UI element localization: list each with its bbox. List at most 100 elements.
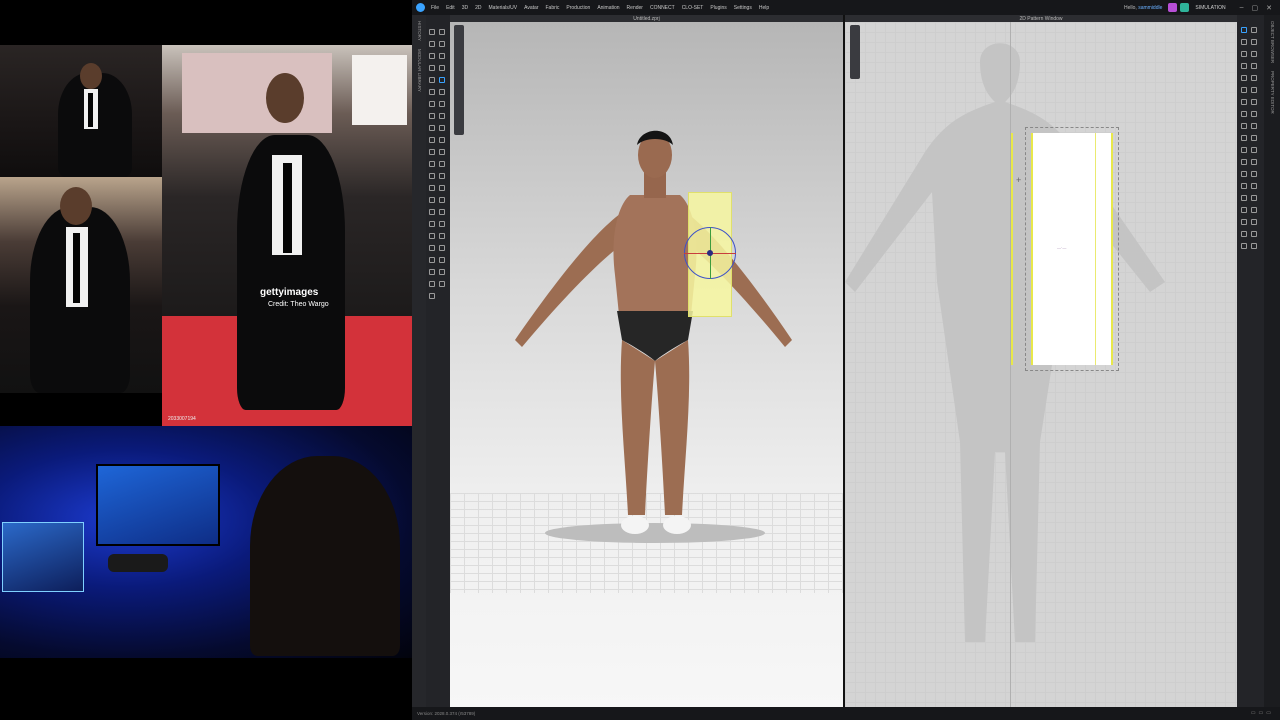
tack-icon[interactable]: [439, 53, 445, 59]
username[interactable]: sammiddle: [1138, 5, 1162, 11]
trace-icon[interactable]: [1241, 183, 1247, 189]
bind-icon[interactable]: [1241, 147, 1247, 153]
puckering-icon[interactable]: [429, 137, 435, 143]
topstitch-2d-icon[interactable]: [1251, 159, 1257, 165]
segment-sewing-icon[interactable]: [1241, 87, 1247, 93]
visibility-icon[interactable]: [1241, 243, 1247, 249]
fold-angle-icon[interactable]: [439, 149, 445, 155]
steam-icon[interactable]: [439, 65, 445, 71]
paint-icon[interactable]: [1251, 231, 1257, 237]
ruler-icon[interactable]: [429, 89, 435, 95]
pattern-internal-line[interactable]: [1095, 133, 1096, 365]
tape-icon[interactable]: [439, 89, 445, 95]
hide-icon[interactable]: [439, 209, 445, 215]
avatar-tool-icon[interactable]: [429, 161, 435, 167]
tab-property-editor[interactable]: PROPERTY EDITOR: [1270, 71, 1275, 114]
menu-materials-uv[interactable]: Materials/UV: [489, 5, 518, 11]
copy-icon[interactable]: [429, 257, 435, 263]
freeze-icon[interactable]: [429, 197, 435, 203]
menu-3d[interactable]: 3D: [462, 5, 468, 11]
clo-set-icon[interactable]: [1180, 3, 1190, 12]
graphic-icon[interactable]: [439, 113, 445, 119]
minimize-icon[interactable]: –: [1240, 4, 1244, 11]
edit-pattern-icon[interactable]: [1241, 27, 1247, 33]
2d-view-controls[interactable]: [850, 25, 860, 79]
symmetry-icon[interactable]: [439, 269, 445, 275]
ellipse-icon[interactable]: [1241, 63, 1247, 69]
menu-edit[interactable]: Edit: [446, 5, 455, 11]
texture-2d-icon[interactable]: [1251, 147, 1257, 153]
snapshot-icon[interactable]: [439, 221, 445, 227]
trim-icon[interactable]: [429, 113, 435, 119]
fitting-icon[interactable]: [1251, 171, 1257, 177]
tab-object-browser[interactable]: OBJECT BROWSER: [1270, 21, 1275, 63]
layer-icon[interactable]: [429, 185, 435, 191]
move-icon[interactable]: [439, 29, 445, 35]
select-icon[interactable]: [429, 29, 435, 35]
notch-icon[interactable]: [1241, 135, 1247, 141]
reset-icon[interactable]: [429, 221, 435, 227]
shrinkage-icon[interactable]: [429, 149, 435, 155]
dart-icon[interactable]: [1241, 75, 1247, 81]
cut-icon[interactable]: [1251, 183, 1257, 189]
edit-curvature-icon[interactable]: [1241, 39, 1247, 45]
pin-icon[interactable]: [429, 53, 435, 59]
tuck-icon[interactable]: [1251, 99, 1257, 105]
app-logo-icon[interactable]: [416, 3, 425, 12]
skin-icon[interactable]: [429, 173, 435, 179]
selected-pattern-2d[interactable]: —·—: [1031, 133, 1113, 365]
free-sewing-icon[interactable]: [1251, 87, 1257, 93]
paste-icon[interactable]: [439, 257, 445, 263]
menu-fabric[interactable]: Fabric: [546, 5, 560, 11]
graphic-2d-icon[interactable]: [1241, 159, 1247, 165]
menu-clo-set[interactable]: CLO-SET: [682, 5, 704, 11]
menu-animation[interactable]: Animation: [597, 5, 619, 11]
lock-icon[interactable]: [1251, 243, 1257, 249]
brush-icon[interactable]: [429, 65, 435, 71]
menu-help[interactable]: Help: [759, 5, 769, 11]
connect-icon[interactable]: [1168, 3, 1178, 12]
maximize-icon[interactable]: ▢: [1252, 4, 1259, 12]
pose-icon[interactable]: [439, 161, 445, 167]
elastic-icon[interactable]: [439, 137, 445, 143]
close-icon[interactable]: ✕: [1266, 4, 1272, 12]
eyedropper-icon[interactable]: [1251, 219, 1257, 225]
menu-render[interactable]: Render: [627, 5, 643, 11]
check-sewing-icon[interactable]: [1241, 99, 1247, 105]
flip-icon[interactable]: [439, 245, 445, 251]
add-point-icon[interactable]: [1251, 39, 1257, 45]
measure-2d-icon[interactable]: [1251, 195, 1257, 201]
hanger-icon[interactable]: [429, 293, 435, 299]
color-icon[interactable]: [1241, 219, 1247, 225]
grading-icon[interactable]: [1241, 123, 1247, 129]
polygon-icon[interactable]: [1251, 51, 1257, 57]
texture-icon[interactable]: [429, 125, 435, 131]
menu-production[interactable]: Production: [566, 5, 590, 11]
tab-modular-library[interactable]: MODULAR LIBRARY: [417, 49, 422, 92]
button-tool-icon[interactable]: [429, 101, 435, 107]
fold-icon[interactable]: [439, 41, 445, 47]
fold-arrangement-icon[interactable]: [1251, 111, 1257, 117]
settings-icon[interactable]: [439, 281, 445, 287]
3d-view-controls[interactable]: [454, 25, 464, 135]
transform-pattern-icon[interactable]: [1251, 27, 1257, 33]
measure-icon[interactable]: [429, 77, 435, 83]
solidify-icon[interactable]: [439, 197, 445, 203]
internal-polygon-icon[interactable]: [1251, 63, 1257, 69]
zipper-icon[interactable]: [439, 101, 445, 107]
ruler-2d-icon[interactable]: [1241, 231, 1247, 237]
2d-pattern-window[interactable]: 2D Pattern Window —·— +: [845, 15, 1237, 707]
menu-settings[interactable]: Settings: [734, 5, 752, 11]
avatar-3d[interactable]: [500, 115, 800, 555]
mesh-icon[interactable]: [1241, 171, 1247, 177]
layout-icon[interactable]: [1241, 207, 1247, 213]
menu-connect[interactable]: CONNECT: [650, 5, 675, 11]
transform-icon[interactable]: [429, 41, 435, 47]
menu-avatar[interactable]: Avatar: [524, 5, 538, 11]
xray-icon[interactable]: [439, 173, 445, 179]
export-icon[interactable]: [429, 281, 435, 287]
line-icon[interactable]: [429, 233, 435, 239]
deactivate-icon[interactable]: [429, 209, 435, 215]
slash-spread-icon[interactable]: [1251, 75, 1257, 81]
print-icon[interactable]: [1251, 207, 1257, 213]
